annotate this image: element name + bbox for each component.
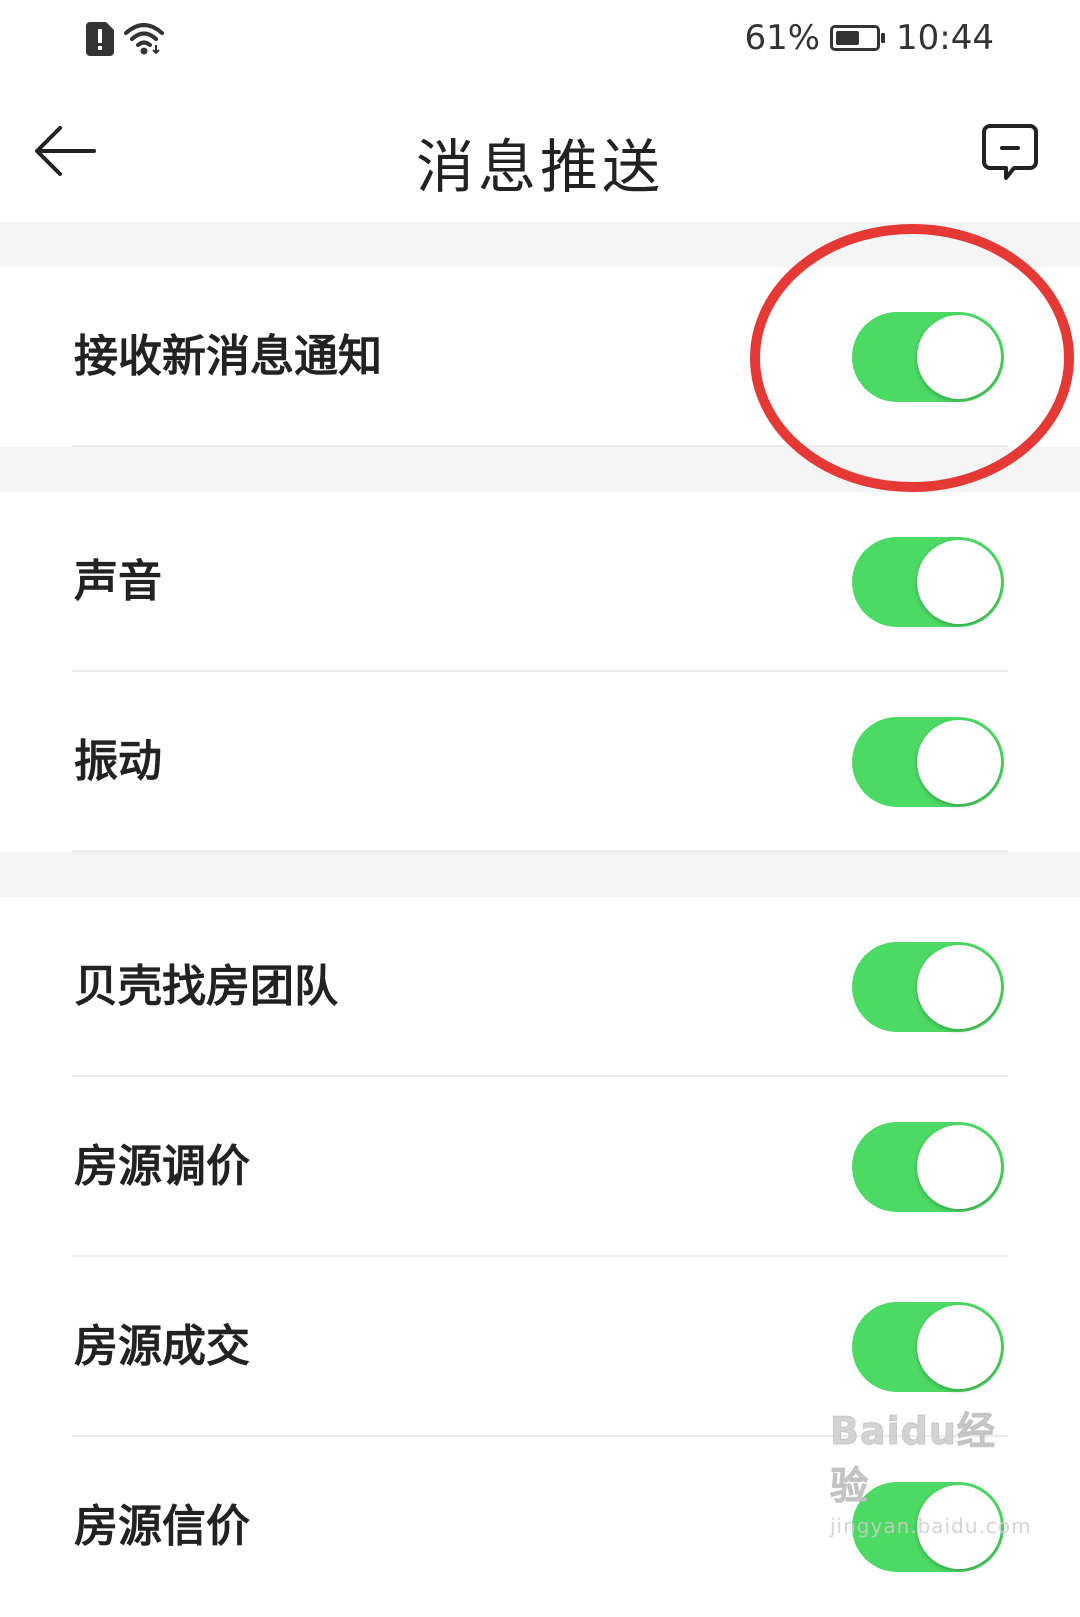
setting-row-receive-notifications: 接收新消息通知	[0, 267, 1080, 447]
header: 消息推送	[0, 84, 1080, 222]
feedback-button[interactable]	[980, 122, 1040, 182]
toggle-knob	[917, 540, 1001, 624]
toggle-knob	[917, 315, 1001, 399]
setting-label: 声音	[74, 556, 162, 607]
setting-row-price-adjust: 房源调价	[0, 1077, 1080, 1257]
battery-fill	[836, 31, 860, 45]
status-right: 61% 10:44	[744, 18, 994, 58]
setting-label: 房源成交	[74, 1321, 250, 1372]
status-bar: 61% 10:44	[0, 0, 1080, 84]
setting-label: 房源信价	[74, 1501, 250, 1552]
page-title: 消息推送	[415, 133, 664, 201]
setting-label: 贝壳找房团队	[74, 961, 338, 1012]
toggle-knob	[917, 1485, 1001, 1569]
battery-percent: 61%	[744, 18, 821, 58]
setting-row-vibration: 振动	[0, 672, 1080, 852]
setting-row-deal: 房源成交	[0, 1257, 1080, 1437]
toggle-vibration[interactable]	[852, 717, 1004, 807]
setting-label: 房源调价	[74, 1141, 250, 1192]
clock: 10:44	[896, 18, 994, 58]
setting-label: 振动	[74, 736, 162, 787]
toggle-knob	[917, 1305, 1001, 1389]
setting-row-partial: 房源信价	[0, 1437, 1080, 1617]
wifi-icon	[124, 23, 164, 55]
toggle-sound[interactable]	[852, 537, 1004, 627]
feedback-message-icon	[982, 124, 1038, 180]
status-left	[86, 22, 164, 56]
setting-label: 接收新消息通知	[74, 331, 382, 382]
toggle-receive-notifications[interactable]	[852, 312, 1004, 402]
setting-row-sound: 声音	[0, 492, 1080, 672]
toggle-knob	[917, 1125, 1001, 1209]
toggle-knob	[917, 720, 1001, 804]
toggle-partial[interactable]	[852, 1482, 1004, 1572]
sim-alert-icon	[86, 22, 114, 56]
section-gap	[0, 447, 1080, 492]
toggle-price-adjust[interactable]	[852, 1122, 1004, 1212]
toggle-team[interactable]	[852, 942, 1004, 1032]
battery-icon	[830, 25, 886, 51]
toggle-deal[interactable]	[852, 1302, 1004, 1392]
section-gap	[0, 222, 1080, 267]
settings-list: 接收新消息通知 声音 振动 贝壳找房团队 房源调价 房源成交 房源信价	[0, 222, 1080, 1617]
section-gap	[0, 852, 1080, 897]
setting-row-team: 贝壳找房团队	[0, 897, 1080, 1077]
toggle-knob	[917, 945, 1001, 1029]
